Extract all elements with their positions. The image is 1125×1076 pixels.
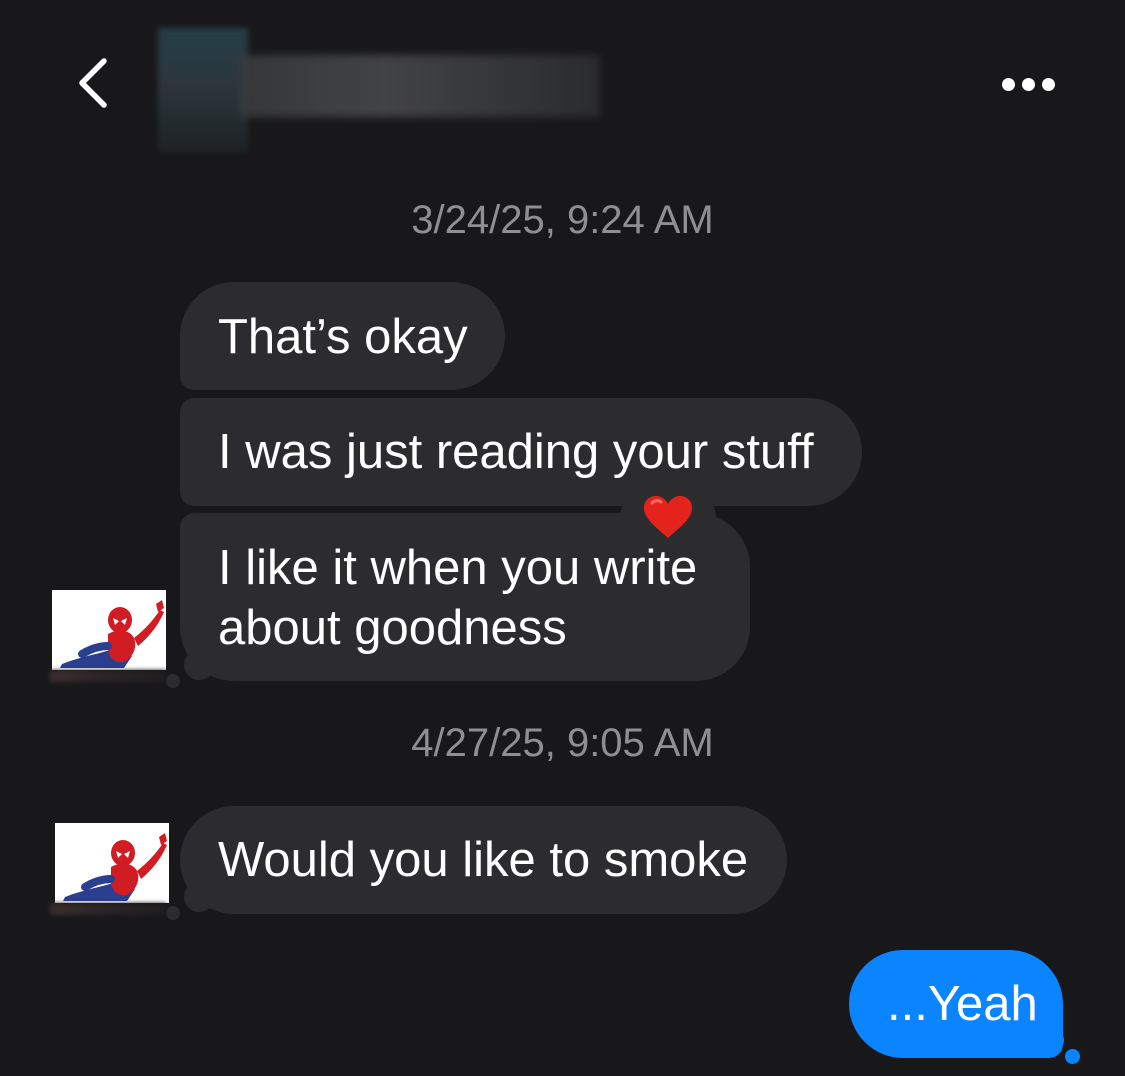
ellipsis-icon: [1001, 77, 1015, 91]
incoming-message[interactable]: I was just reading your stuff: [180, 398, 862, 506]
contact-name-blurred[interactable]: [240, 55, 600, 117]
spider-man-avatar-image: [55, 823, 169, 903]
reaction-badge[interactable]: [620, 488, 716, 548]
bubble-tail: [1034, 1026, 1064, 1054]
incoming-message[interactable]: That’s okay: [180, 282, 505, 390]
avatar-shadow: [50, 670, 166, 682]
message-text: Would you like to smoke: [218, 833, 749, 887]
ellipsis-icon-dot: [1041, 77, 1055, 91]
ellipsis-icon-dot: [1021, 77, 1035, 91]
back-button[interactable]: [66, 52, 122, 114]
bubble-tail-small: [166, 674, 180, 688]
spider-man-avatar-image: [52, 590, 166, 670]
contact-avatar-blurred[interactable]: [158, 28, 248, 152]
bubble-tail-small: [166, 906, 180, 920]
heart-icon: [644, 496, 692, 538]
outgoing-message[interactable]: ...Yeah: [849, 950, 1063, 1058]
more-options-button[interactable]: [990, 66, 1066, 102]
bubble-tail: [184, 650, 214, 680]
incoming-message[interactable]: Would you like to smoke: [180, 806, 787, 914]
message-text: That’s okay: [218, 310, 468, 364]
message-text: ...Yeah: [887, 977, 1038, 1031]
bubble-tail: [184, 882, 214, 912]
message-timestamp: 3/24/25, 9:24 AM: [411, 198, 714, 242]
message-text-line: about goodness: [218, 601, 567, 655]
avatar-shadow: [50, 903, 166, 915]
spider-man-avatar-icon[interactable]: [55, 823, 169, 903]
message-timestamp: 4/27/25, 9:05 AM: [411, 721, 714, 765]
message-text: I was just reading your stuff: [218, 425, 814, 479]
bubble-tail-small: [1065, 1049, 1080, 1064]
chevron-left-icon: [79, 58, 107, 108]
spider-man-avatar-icon[interactable]: [52, 590, 166, 670]
